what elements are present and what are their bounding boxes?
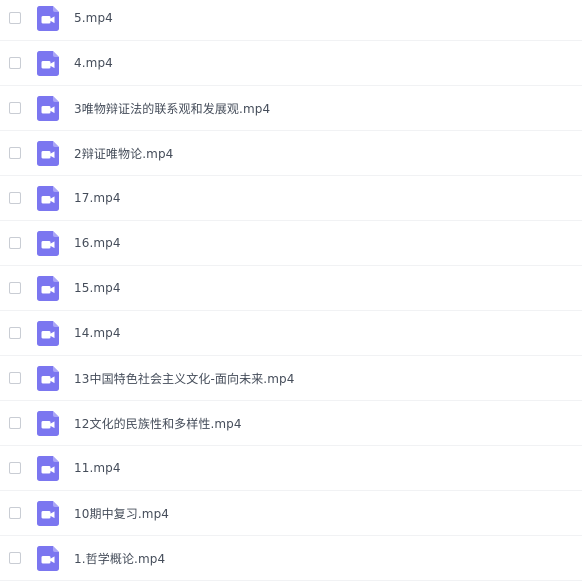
file-name[interactable]: 2辩证唯物论.mp4	[74, 145, 173, 162]
file-row[interactable]: 5.mp4	[0, 0, 582, 41]
file-row[interactable]: 3唯物辩证法的联系观和发展观.mp4	[0, 86, 582, 131]
file-name[interactable]: 12文化的民族性和多样性.mp4	[74, 415, 242, 432]
file-name[interactable]: 15.mp4	[74, 281, 121, 295]
file-row[interactable]: 17.mp4	[0, 176, 582, 221]
file-name[interactable]: 11.mp4	[74, 461, 121, 475]
row-checkbox[interactable]	[9, 552, 21, 564]
row-checkbox[interactable]	[9, 147, 21, 159]
video-file-icon	[37, 50, 59, 76]
video-file-icon	[37, 320, 59, 346]
row-checkbox[interactable]	[9, 102, 21, 114]
row-checkbox[interactable]	[9, 372, 21, 384]
file-row[interactable]: 10期中复习.mp4	[0, 491, 582, 536]
row-checkbox[interactable]	[9, 192, 21, 204]
video-file-icon	[37, 410, 59, 436]
video-file-icon	[37, 5, 59, 31]
video-file-icon	[37, 545, 59, 571]
row-checkbox[interactable]	[9, 507, 21, 519]
row-checkbox[interactable]	[9, 282, 21, 294]
row-checkbox[interactable]	[9, 237, 21, 249]
video-file-icon	[37, 140, 59, 166]
file-name[interactable]: 14.mp4	[74, 326, 121, 340]
row-checkbox[interactable]	[9, 417, 21, 429]
video-file-icon	[37, 455, 59, 481]
file-row[interactable]: 11.mp4	[0, 446, 582, 491]
file-row[interactable]: 14.mp4	[0, 311, 582, 356]
file-name[interactable]: 5.mp4	[74, 11, 113, 25]
file-row[interactable]: 4.mp4	[0, 41, 582, 86]
file-name[interactable]: 17.mp4	[74, 191, 121, 205]
video-file-icon	[37, 95, 59, 121]
file-name[interactable]: 13中国特色社会主义文化-面向未来.mp4	[74, 370, 294, 387]
file-name[interactable]: 10期中复习.mp4	[74, 505, 169, 522]
video-file-icon	[37, 185, 59, 211]
row-checkbox[interactable]	[9, 12, 21, 24]
video-file-icon	[37, 275, 59, 301]
file-row[interactable]: 1.哲学概论.mp4	[0, 536, 582, 581]
file-list: 5.mp4 4.mp4 3唯物辩证法的联系观和发展观.mp4 2辩证唯物论.mp…	[0, 0, 582, 581]
file-name[interactable]: 16.mp4	[74, 236, 121, 250]
video-file-icon	[37, 500, 59, 526]
file-row[interactable]: 12文化的民族性和多样性.mp4	[0, 401, 582, 446]
video-file-icon	[37, 230, 59, 256]
file-name[interactable]: 3唯物辩证法的联系观和发展观.mp4	[74, 100, 270, 117]
file-name[interactable]: 1.哲学概论.mp4	[74, 550, 165, 567]
row-checkbox[interactable]	[9, 57, 21, 69]
file-name[interactable]: 4.mp4	[74, 56, 113, 70]
file-row[interactable]: 2辩证唯物论.mp4	[0, 131, 582, 176]
file-row[interactable]: 15.mp4	[0, 266, 582, 311]
row-checkbox[interactable]	[9, 327, 21, 339]
file-row[interactable]: 13中国特色社会主义文化-面向未来.mp4	[0, 356, 582, 401]
file-row[interactable]: 16.mp4	[0, 221, 582, 266]
row-checkbox[interactable]	[9, 462, 21, 474]
video-file-icon	[37, 365, 59, 391]
